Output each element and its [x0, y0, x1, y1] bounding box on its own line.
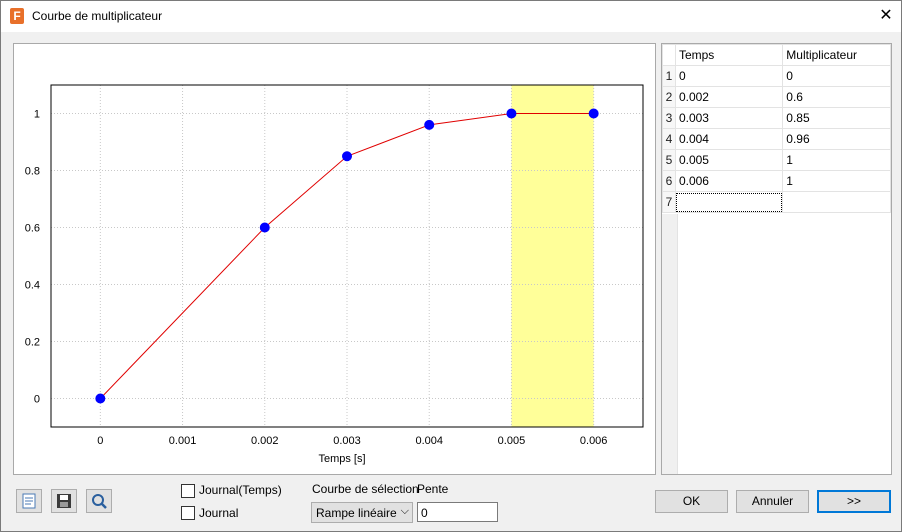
highlight-band: [511, 85, 594, 427]
data-point: [424, 119, 435, 130]
cell-multiplicateur[interactable]: 0.96: [782, 128, 891, 150]
column-header-temps[interactable]: Temps: [674, 44, 784, 66]
cell-temps[interactable]: 0.004: [674, 128, 784, 150]
data-grid[interactable]: Temps Multiplicateur 1 0 0 2 0.002 0.6 3 0.003 0…: [661, 43, 892, 475]
close-icon[interactable]: ✕: [871, 1, 901, 32]
row-number[interactable]: 1: [662, 65, 676, 87]
save-button[interactable]: [51, 489, 77, 513]
multiplier-chart[interactable]: 0 0.001 0.002 0.003 0.004 0.005 0.006 0 0.2 0.4 0.…: [14, 44, 655, 474]
y-tick-label: 0.4: [25, 280, 40, 292]
cell-temps[interactable]: 0: [674, 65, 784, 87]
import-button[interactable]: [16, 489, 42, 513]
y-tick-label: 0: [34, 394, 40, 406]
y-tick-label: 0.8: [25, 166, 40, 178]
app-icon: F: [10, 8, 24, 24]
x-tick-label: 0.002: [251, 435, 279, 447]
cell-multiplicateur[interactable]: [782, 191, 891, 213]
row-number[interactable]: 2: [662, 86, 676, 108]
next-button[interactable]: >>: [817, 490, 891, 513]
table-row[interactable]: 3 0.003 0.85: [662, 107, 891, 129]
cell-temps[interactable]: 0.005: [674, 149, 784, 171]
table-header-row: Temps Multiplicateur: [662, 44, 891, 66]
x-tick-label: 0.004: [415, 435, 443, 447]
data-point: [588, 108, 599, 119]
cell-multiplicateur[interactable]: 1: [782, 170, 891, 192]
cell-temps[interactable]: [674, 191, 784, 213]
journal-temps-checkbox[interactable]: [181, 484, 195, 498]
data-point: [95, 393, 106, 404]
journal-checkbox[interactable]: [181, 506, 195, 520]
y-tick-label: 0.6: [25, 223, 40, 235]
ok-button[interactable]: OK: [655, 490, 728, 513]
table-row[interactable]: 100: [662, 65, 891, 87]
cell-temps[interactable]: 0.002: [674, 86, 784, 108]
save-icon: [57, 494, 71, 508]
chevron-down-icon: ⌵: [400, 505, 409, 517]
cell-temps[interactable]: 0.006: [674, 170, 784, 192]
corner-cell: [662, 44, 676, 66]
table-row[interactable]: 4 0.004 0.96: [662, 128, 891, 150]
x-tick-label: 0.001: [169, 435, 197, 447]
column-header-multiplicateur[interactable]: Multiplicateur: [782, 44, 891, 66]
data-table[interactable]: Temps Multiplicateur 1 0 0 2 0.002 0.6 3 0.003 0…: [662, 44, 891, 213]
cell-multiplicateur[interactable]: 0.6: [782, 86, 891, 108]
cell-temps[interactable]: 0.003: [674, 107, 784, 129]
row-number[interactable]: 6: [662, 170, 676, 192]
data-point: [259, 222, 270, 233]
data-point: [342, 151, 352, 162]
data-point: [506, 108, 517, 119]
x-axis-label: Temps [s]: [318, 453, 365, 465]
row-number[interactable]: 4: [662, 128, 676, 150]
cell-multiplicateur[interactable]: 1: [782, 149, 891, 171]
table-row[interactable]: 6 0.006 1: [662, 170, 891, 192]
selection-curve-value: Rampe linéaire: [316, 506, 397, 520]
title-bar: F Courbe de multiplicateur ✕: [1, 1, 901, 32]
slope-input[interactable]: 0: [417, 502, 498, 522]
cancel-button[interactable]: Annuler: [736, 490, 809, 513]
dialog-window: F Courbe de multiplicateur ✕ 0 0.001 0.002…: [0, 0, 902, 532]
selection-curve-dropdown[interactable]: Rampe linéaire ⌵: [311, 502, 413, 523]
import-icon: [22, 493, 36, 509]
cell-multiplicateur[interactable]: 0: [782, 65, 891, 87]
row-number[interactable]: 3: [662, 107, 676, 129]
slope-label: Pente: [417, 482, 449, 496]
y-tick-label: 0.2: [25, 337, 40, 349]
table-row[interactable]: 5 0.005 1: [662, 149, 891, 171]
magnifier-icon: [92, 494, 107, 509]
x-tick-label: 0.003: [333, 435, 361, 447]
window-title: Courbe de multiplicateur: [32, 9, 163, 23]
cell-multiplicateur[interactable]: 0.85: [782, 107, 891, 129]
zoom-button[interactable]: [86, 489, 112, 513]
x-tick-label: 0.006: [580, 435, 608, 447]
journal-temps-label: Journal(Temps): [199, 483, 282, 497]
table-row[interactable]: 2 0.002 0.6: [662, 86, 891, 108]
y-tick-label: 1: [34, 109, 40, 121]
x-tick-label: 0: [97, 435, 103, 447]
chart-panel: 0 0.001 0.002 0.003 0.004 0.005 0.006 0 0.2 0.4 0.…: [13, 43, 656, 475]
selection-curve-label: Courbe de sélection: [312, 482, 419, 496]
journal-label: Journal: [199, 506, 239, 520]
slope-value: 0: [421, 506, 428, 520]
x-tick-label: 0.005: [498, 435, 526, 447]
row-number[interactable]: 5: [662, 149, 676, 171]
row-number[interactable]: 7: [662, 191, 676, 213]
row-header-gutter: [662, 214, 678, 474]
table-row[interactable]: 7: [662, 191, 891, 213]
